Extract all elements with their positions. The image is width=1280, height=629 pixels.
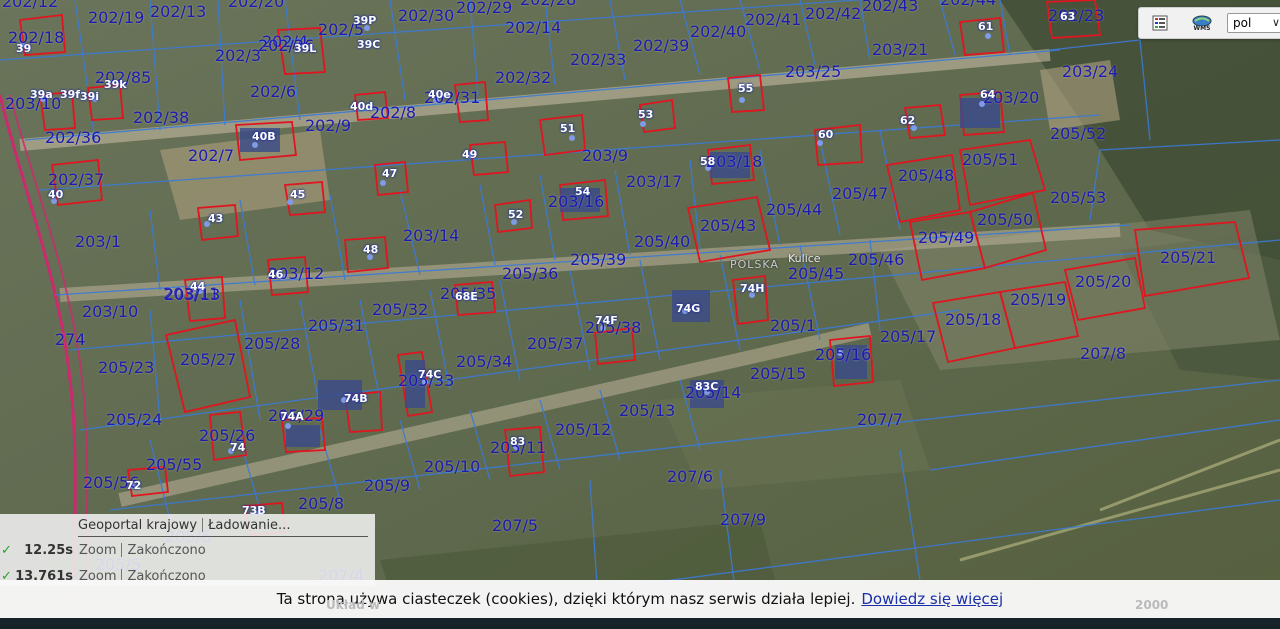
address-number-label: 58 [700, 155, 716, 168]
address-number-label: 46 [268, 268, 284, 281]
address-number-label: 62 [900, 114, 916, 127]
bottom-bar [0, 618, 1280, 629]
wms-text: WMS [1193, 25, 1211, 32]
address-number-label: 74 [230, 441, 246, 454]
check-icon: ✓ [1, 542, 12, 558]
status-divider [78, 536, 368, 537]
address-number-label: 74C [418, 368, 442, 381]
address-number-label: 40e [428, 88, 451, 101]
address-number-label: 48 [363, 243, 379, 256]
address-number-label: 39L [294, 42, 317, 55]
address-number-label: 53 [638, 108, 654, 121]
address-number-label: 39k [104, 78, 127, 91]
chevron-down-icon: ∨ [1271, 16, 1280, 29]
address-number-label: 52 [508, 208, 524, 221]
address-number-label: 40B [252, 130, 276, 143]
address-number-label: 64 [980, 88, 996, 101]
status-service: Zoom [79, 542, 117, 558]
address-number-label: 39a [30, 88, 53, 101]
address-number-label: 74B [344, 392, 368, 405]
status-row: ✓ 12.25s Zoom Zakończono [0, 539, 375, 561]
map-toolbar: WMS pol ∨ [1138, 7, 1280, 39]
address-number-label: 68E [455, 290, 478, 303]
country-label: POLSKA [730, 258, 779, 271]
status-header-service: Geoportal krajowy [78, 517, 198, 533]
legend-icon[interactable] [1149, 13, 1171, 33]
address-number-label: 47 [382, 167, 398, 180]
address-number-label: 74F [595, 314, 618, 327]
address-number-label: 60 [818, 128, 834, 141]
town-label: Kulice [788, 252, 821, 265]
address-number-label: 83C [695, 380, 719, 393]
language-select[interactable]: pol ∨ [1227, 13, 1280, 33]
cookie-more-link[interactable]: Dowiedz się więcej [861, 590, 1003, 608]
address-number-label: 39 [16, 42, 32, 55]
address-number-label: 83 [510, 435, 526, 448]
address-number-label: 39C [357, 38, 381, 51]
status-state: Zakończono [127, 542, 206, 558]
address-number-label: 39f [60, 88, 81, 101]
address-number-label: 63 [1060, 10, 1076, 23]
status-header-row: Geoportal krajowy Ładowanie... [0, 514, 375, 536]
legend-icon-graphic [1152, 15, 1168, 31]
address-number-label: 45 [290, 188, 306, 201]
address-number-label: 43 [208, 212, 224, 225]
address-number-label: 74G [676, 302, 701, 315]
address-number-label: 54 [575, 185, 591, 198]
language-value: pol [1233, 16, 1252, 30]
scale-text-right: 2000 [1135, 598, 1169, 612]
address-number-label: 40d [350, 100, 374, 113]
address-number-label: 74H [740, 282, 765, 295]
address-number-label: 74A [280, 410, 304, 423]
scale-text-left: Układ w [326, 598, 381, 612]
cookie-notice: Ta strona używa ciasteczek (cookies), dz… [0, 580, 1280, 618]
status-time: 12.25s [24, 542, 73, 558]
address-number-label: 61 [978, 20, 994, 33]
loading-status-panel: Geoportal krajowy Ładowanie... ✓ 12.25s … [0, 514, 375, 586]
address-number-label: 51 [560, 122, 576, 135]
wms-icon[interactable]: WMS [1191, 13, 1213, 33]
address-number-label: 39i [80, 90, 100, 103]
address-number-label: 72 [126, 479, 142, 492]
address-number-label: 55 [738, 82, 754, 95]
address-number-label: 44 [190, 280, 206, 293]
address-number-label: 39P [353, 14, 377, 27]
address-number-label: 40 [48, 188, 64, 201]
address-number-label: 49 [462, 148, 478, 161]
status-header-state: Ładowanie... [208, 517, 291, 533]
